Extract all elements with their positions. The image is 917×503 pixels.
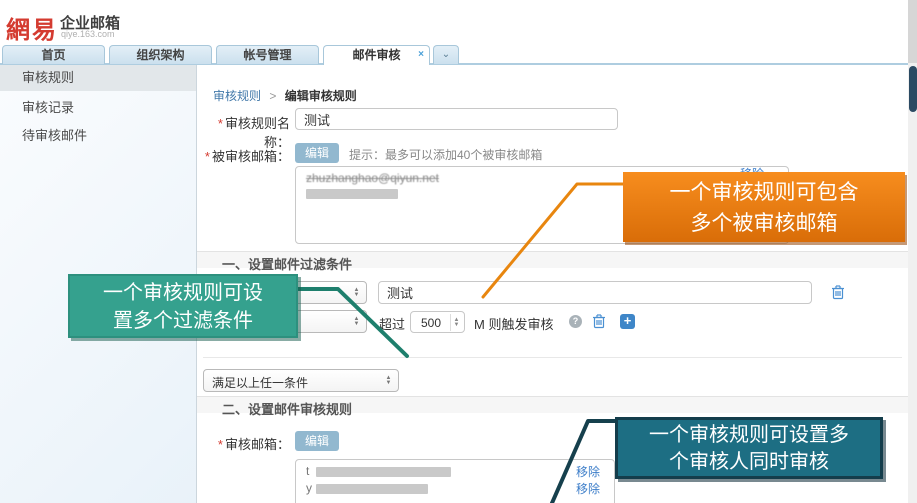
section1-title: 一、设置邮件过滤条件	[222, 254, 352, 273]
auditor-mailbox-list: t 移除 y 移除	[295, 459, 615, 503]
audited-email-redacted: zhuzhanghao@qiyun.net	[306, 171, 439, 185]
callout-audited-mailboxes: 一个审核规则可包含 多个被审核邮箱	[623, 172, 905, 242]
scrollbar-thumb[interactable]	[909, 66, 917, 112]
select-stepper-icon: ▲▼	[350, 314, 363, 330]
match-condition-select[interactable]: 满足以上任一条件 ▲▼	[203, 369, 399, 392]
sidebar-item-audit-rules[interactable]: 审核规则	[0, 65, 196, 91]
filter1-trash-icon[interactable]	[831, 284, 845, 305]
breadcrumb-parent-link[interactable]: 审核规则	[213, 89, 261, 103]
auditor-edit-button[interactable]: 编辑	[295, 431, 339, 451]
tab-org-structure[interactable]: 组织架构	[109, 45, 212, 64]
separator	[203, 357, 902, 358]
tab-account-management[interactable]: 帐号管理	[216, 45, 319, 64]
auditor-email-prefix: y	[306, 481, 312, 495]
auditor-remove-link-2[interactable]: 移除	[576, 480, 600, 497]
breadcrumb-separator: >	[269, 89, 276, 103]
sidebar-item-pending-mails[interactable]: 待审核邮件	[0, 123, 196, 149]
netease-logo: 網易	[6, 10, 58, 45]
tab-overflow-chevron-icon[interactable]: ⌄	[433, 45, 459, 64]
auditor-email-redaction-bar	[316, 484, 428, 494]
help-icon[interactable]: ?	[569, 315, 582, 328]
sidebar-item-audit-records[interactable]: 审核记录	[0, 95, 196, 121]
product-domain: qiye.163.com	[61, 29, 115, 39]
auditor-remove-link-1[interactable]: 移除	[576, 463, 600, 480]
audited-mailbox-label: *被审核邮箱：	[197, 146, 290, 165]
audited-hint: 提示：最多可以添加40个被审核邮箱	[349, 146, 542, 163]
close-tab-icon[interactable]: ×	[418, 46, 424, 64]
tab-home[interactable]: 首页	[2, 45, 105, 64]
audited-email-redaction-bar	[306, 189, 398, 199]
section2-band: 二、设置邮件审核规则	[197, 396, 908, 413]
rule-name-input[interactable]	[295, 108, 618, 130]
filter2-suffix-text: M 则触发审核	[474, 314, 553, 333]
tab-mail-audit[interactable]: 邮件审核 ×	[323, 45, 430, 65]
auditor-mailbox-label: *审核邮箱：	[197, 434, 290, 453]
filter2-trash-icon[interactable]	[592, 313, 606, 334]
breadcrumb: 审核规则 > 编辑审核规则	[213, 87, 357, 104]
section2-title: 二、设置邮件审核规则	[222, 399, 352, 418]
app-window: 網易 企业邮箱 qiye.163.com 首页 组织架构 帐号管理 邮件审核 ×…	[0, 0, 917, 503]
filter2-prefix-text: 超过	[379, 314, 405, 333]
scrollbar-track-top	[908, 0, 917, 63]
auditor-email-prefix: t	[306, 464, 309, 478]
section1-band: 一、设置邮件过滤条件	[197, 251, 908, 268]
callout-filter-conditions: 一个审核规则可设 置多个过滤条件	[68, 274, 298, 338]
add-filter-plus-icon[interactable]: +	[620, 314, 635, 329]
breadcrumb-current: 编辑审核规则	[285, 89, 357, 103]
select-stepper-icon: ▲▼	[382, 373, 395, 389]
number-stepper-icon[interactable]: ▲▼	[450, 314, 462, 331]
auditor-email-redaction-bar	[316, 467, 451, 477]
filter2-size-input[interactable]: 500 ▲▼	[410, 311, 465, 333]
filter1-value-input[interactable]	[378, 281, 812, 304]
callout-auditors: 一个审核规则可设置多 个审核人同时审核	[615, 417, 883, 479]
select-stepper-icon: ▲▼	[350, 285, 363, 301]
audited-edit-button[interactable]: 编辑	[295, 143, 339, 163]
